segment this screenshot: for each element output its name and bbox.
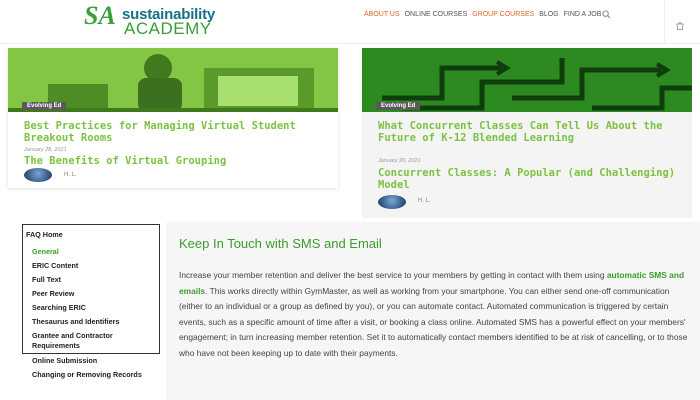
logo-mark: SA (84, 1, 116, 30)
nav-about-us[interactable]: ABOUT US (364, 11, 400, 18)
author-avatar (24, 168, 52, 182)
cart-icon[interactable] (676, 21, 684, 30)
nav-online-courses[interactable]: ONLINE COURSES (405, 11, 468, 18)
blog-card[interactable]: Evolving Ed Best Practices for Managing … (8, 48, 338, 188)
faq-item-general[interactable]: General (32, 247, 152, 257)
card-date: January 20, 2021 (378, 158, 421, 164)
nav-find-a-job[interactable]: FIND A JOB (564, 11, 602, 18)
faq-item-full-text[interactable]: Full Text (32, 275, 152, 285)
faq-item-peer-review[interactable]: Peer Review (32, 289, 152, 299)
logo-text-line2: ACADEMY (124, 19, 212, 38)
card-subtitle: The Benefits of Virtual Grouping (24, 155, 227, 167)
faq-item-eric-content[interactable]: ERIC Content (32, 261, 152, 271)
article-body: Increase your member retention and deliv… (179, 268, 689, 362)
main-nav: ABOUT US ONLINE COURSES GROUP COURSES BL… (364, 11, 604, 18)
blog-card[interactable]: Evolving Ed What Concurrent Classes Can … (362, 48, 692, 218)
card-subtitle: Concurrent Classes: A Popular (and Chall… (378, 167, 676, 191)
article-body-part2: . This works directly within GymMaster, … (179, 285, 688, 358)
category-badge[interactable]: Evolving Ed (376, 102, 421, 110)
header-divider (664, 0, 665, 44)
card-title[interactable]: Best Practices for Managing Virtual Stud… (24, 120, 324, 144)
card-title[interactable]: What Concurrent Classes Can Tell Us Abou… (378, 120, 678, 144)
author-avatar (378, 195, 406, 209)
faq-item-thesaurus[interactable]: Thesaurus and Identifiers (32, 317, 152, 327)
faq-item-searching-eric[interactable]: Searching ERIC (32, 303, 152, 313)
faq-home-link[interactable]: FAQ Home (26, 230, 146, 240)
faq-item-grantee[interactable]: Grantee and Contractor Requirements (32, 331, 152, 351)
nav-blog[interactable]: BLOG (539, 11, 558, 18)
author-name[interactable]: H. L. (418, 198, 431, 204)
article-body-part1: Increase your member retention and deliv… (179, 270, 607, 280)
card-date: January 28, 2021 (24, 147, 67, 153)
nav-group-courses[interactable]: GROUP COURSES (472, 11, 534, 18)
faq-item-online-submission[interactable]: Online Submission (32, 356, 152, 366)
article-title: Keep In Touch with SMS and Email (179, 236, 382, 251)
faq-item-changing-records[interactable]: Changing or Removing Records (32, 370, 152, 380)
site-logo[interactable]: SA sustainability ACADEMY (84, 1, 224, 39)
article-content: Keep In Touch with SMS and Email Increas… (166, 222, 700, 400)
category-badge[interactable]: Evolving Ed (22, 102, 67, 110)
search-icon[interactable] (602, 10, 611, 19)
site-header: SA sustainability ACADEMY ABOUT US ONLIN… (0, 0, 700, 44)
author-name[interactable]: H. L. (64, 172, 77, 178)
